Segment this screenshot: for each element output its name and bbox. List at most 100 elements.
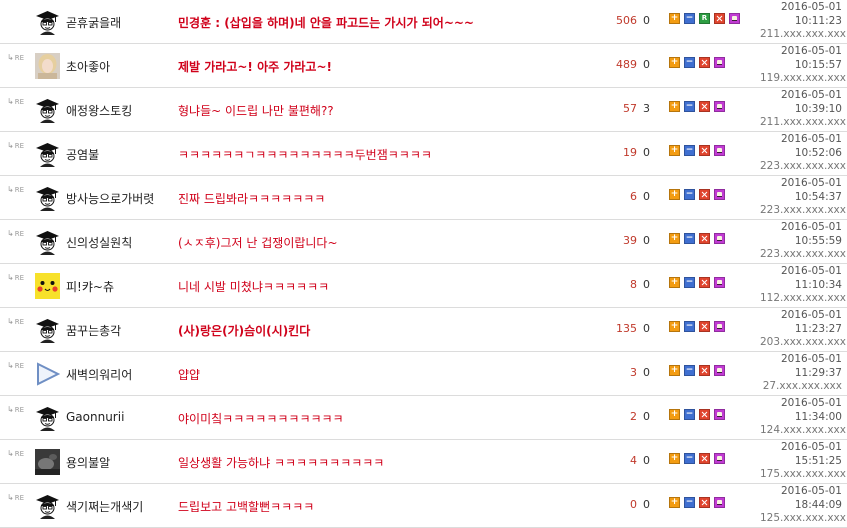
comment-date: 2016-05-01 bbox=[780, 265, 842, 277]
vote-count: 0 bbox=[643, 234, 650, 247]
minus-button[interactable]: − bbox=[684, 189, 695, 200]
reply-icon: RE bbox=[7, 53, 24, 62]
minus-button[interactable]: − bbox=[684, 409, 695, 420]
graduate-avatar[interactable] bbox=[35, 229, 60, 255]
minus-button[interactable]: − bbox=[684, 321, 695, 332]
comment-nickname[interactable]: 방사능으로가버렷 bbox=[66, 190, 154, 207]
emoticon-button[interactable] bbox=[714, 233, 725, 244]
emoticon-button[interactable] bbox=[714, 497, 725, 508]
comment-nickname[interactable]: 초아좋아 bbox=[66, 58, 110, 75]
delete-button[interactable] bbox=[699, 409, 710, 420]
delete-button[interactable] bbox=[699, 321, 710, 332]
graduate-avatar[interactable] bbox=[35, 493, 60, 519]
minus-button[interactable]: − bbox=[684, 453, 695, 464]
plus-button[interactable]: + bbox=[669, 189, 680, 200]
emoticon-button[interactable] bbox=[714, 453, 725, 464]
comment-meta: 2016-05-01 11:34:00 124.xxx.xxx.xxx bbox=[760, 397, 846, 438]
emoticon-button[interactable] bbox=[714, 145, 725, 156]
minus-button[interactable]: − bbox=[684, 57, 695, 68]
view-count: 4 bbox=[630, 454, 637, 467]
comment-subject[interactable]: 드립보고 고백할뻔ㅋㅋㅋㅋ bbox=[178, 498, 314, 515]
graduate-avatar[interactable] bbox=[35, 97, 60, 123]
comment-subject[interactable]: 제발 가라고~! 아주 가라고~! bbox=[178, 58, 332, 75]
emoticon-button[interactable] bbox=[714, 189, 725, 200]
minus-button[interactable]: − bbox=[684, 497, 695, 508]
plus-button[interactable]: + bbox=[669, 453, 680, 464]
comment-nickname[interactable]: 곧휴굵을래 bbox=[66, 14, 121, 31]
graduate-avatar[interactable] bbox=[35, 317, 60, 343]
emoticon-button[interactable] bbox=[714, 57, 725, 68]
comment-subject[interactable]: 니네 시발 미쳤냐ㅋㅋㅋㅋㅋㅋ bbox=[178, 278, 329, 295]
plus-button[interactable]: + bbox=[669, 277, 680, 288]
plus-button[interactable]: + bbox=[669, 321, 680, 332]
graduate-avatar[interactable] bbox=[35, 185, 60, 211]
comment-nickname[interactable]: 색기쩌는개색기 bbox=[66, 498, 143, 515]
view-count: 2 bbox=[630, 410, 637, 423]
comment-subject[interactable]: 형냐들~ 이드립 나만 불편해?? bbox=[178, 102, 334, 119]
minus-button[interactable]: − bbox=[684, 101, 695, 112]
minus-button[interactable]: − bbox=[684, 365, 695, 376]
comment-nickname[interactable]: 공염불 bbox=[66, 146, 99, 163]
delete-button[interactable] bbox=[699, 189, 710, 200]
comment-nickname[interactable]: 애정왕스토킹 bbox=[66, 102, 132, 119]
plus-button[interactable]: + bbox=[669, 233, 680, 244]
delete-button[interactable] bbox=[714, 13, 725, 24]
delete-button[interactable] bbox=[699, 233, 710, 244]
photo-blonde-avatar[interactable] bbox=[35, 53, 60, 79]
comment-row: RE 신의성실원칙 (ㅅㅈ후)그저 난 겁쟁이랍니다~ 39 0 +− 2016-05-01… bbox=[0, 220, 847, 264]
plus-button[interactable]: + bbox=[669, 497, 680, 508]
plus-button[interactable]: + bbox=[669, 101, 680, 112]
delete-button[interactable] bbox=[699, 101, 710, 112]
plus-button[interactable]: + bbox=[669, 145, 680, 156]
comment-ip: 203.xxx.xxx.xxx bbox=[760, 336, 846, 348]
graduate-avatar[interactable] bbox=[35, 405, 60, 431]
plus-button[interactable]: + bbox=[669, 365, 680, 376]
minus-button[interactable]: − bbox=[684, 233, 695, 244]
comment-date: 2016-05-01 bbox=[780, 485, 842, 497]
pikachu-avatar[interactable] bbox=[35, 273, 60, 299]
comment-subject[interactable]: 얍얍 bbox=[178, 366, 200, 383]
delete-button[interactable] bbox=[699, 57, 710, 68]
view-count: 3 bbox=[630, 366, 637, 379]
delete-button[interactable] bbox=[699, 365, 710, 376]
plus-button[interactable]: + bbox=[669, 13, 680, 24]
vote-count: 0 bbox=[643, 278, 650, 291]
comment-nickname[interactable]: 꿈꾸는총각 bbox=[66, 322, 121, 339]
emoticon-button[interactable] bbox=[729, 13, 740, 24]
comment-subject[interactable]: 일상생활 가능하냐 ㅋㅋㅋㅋㅋㅋㅋㅋㅋㅋ bbox=[178, 454, 384, 471]
comment-nickname[interactable]: 용의불알 bbox=[66, 454, 110, 471]
graduate-avatar[interactable] bbox=[35, 9, 60, 35]
comment-subject[interactable]: ㅋㅋㅋㅋㅋㅋㄱㅋㅋㅋㅋㅋㅋㅋㅋㅋ두번잼ㅋㅋㅋㅋ bbox=[178, 146, 432, 163]
comment-date: 2016-05-01 bbox=[780, 133, 842, 145]
comment-date: 2016-05-01 bbox=[780, 397, 842, 409]
recommend-button[interactable]: R bbox=[699, 13, 710, 24]
emoticon-button[interactable] bbox=[714, 321, 725, 332]
vote-count: 3 bbox=[643, 102, 650, 115]
comment-date: 2016-05-01 bbox=[780, 221, 842, 233]
comment-nickname[interactable]: 신의성실원칙 bbox=[66, 234, 132, 251]
minus-button[interactable]: − bbox=[684, 13, 695, 24]
delete-button[interactable] bbox=[699, 497, 710, 508]
emoticon-button[interactable] bbox=[714, 277, 725, 288]
comment-nickname[interactable]: Gaonnurii bbox=[66, 410, 124, 424]
delete-button[interactable] bbox=[699, 453, 710, 464]
comment-subject[interactable]: 진짜 드립봐라ㅋㅋㅋㅋㅋㅋㅋ bbox=[178, 190, 325, 207]
comment-subject[interactable]: (사)랑은(가)슴이(시)킨다 bbox=[178, 322, 310, 339]
emoticon-button[interactable] bbox=[714, 101, 725, 112]
emoticon-button[interactable] bbox=[714, 365, 725, 376]
comment-subject[interactable]: 야이미칰ㅋㅋㅋㅋㅋㅋㅋㅋㅋㅋㅋ bbox=[178, 410, 344, 427]
graduate-avatar[interactable] bbox=[35, 141, 60, 167]
delete-button[interactable] bbox=[699, 277, 710, 288]
comment-subject[interactable]: 민경훈 : (삽입을 하며)네 안을 파고드는 가시가 되어~~~ bbox=[178, 14, 474, 31]
comment-nickname[interactable]: 피!캬~츄 bbox=[66, 278, 114, 295]
minus-button[interactable]: − bbox=[684, 145, 695, 156]
play-triangle-avatar[interactable] bbox=[35, 361, 60, 387]
minus-button[interactable]: − bbox=[684, 277, 695, 288]
dark-photo-avatar[interactable] bbox=[35, 449, 60, 475]
delete-button[interactable] bbox=[699, 145, 710, 156]
plus-button[interactable]: + bbox=[669, 57, 680, 68]
comment-nickname[interactable]: 새벽의워리어 bbox=[66, 366, 132, 383]
emoticon-button[interactable] bbox=[714, 409, 725, 420]
comment-subject[interactable]: (ㅅㅈ후)그저 난 겁쟁이랍니다~ bbox=[178, 234, 338, 251]
plus-button[interactable]: + bbox=[669, 409, 680, 420]
